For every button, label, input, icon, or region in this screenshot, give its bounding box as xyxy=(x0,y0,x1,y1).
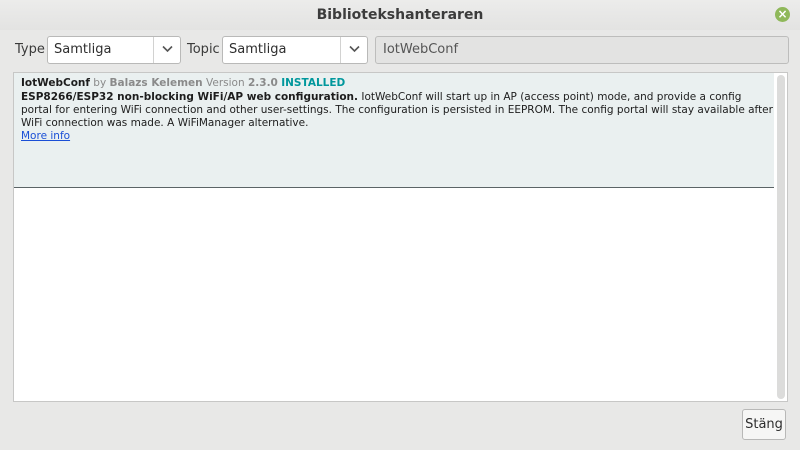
close-button[interactable]: Stäng xyxy=(742,409,786,440)
search-input[interactable]: IotWebConf xyxy=(375,36,789,64)
type-label: Type xyxy=(15,42,45,57)
list-scrollbar[interactable] xyxy=(777,75,785,399)
topic-label: Topic xyxy=(187,42,220,57)
search-input-value: IotWebConf xyxy=(383,42,459,57)
library-author: Balazs Kelemen xyxy=(109,77,203,89)
library-manager-window: Bibliotekshanteraren × Type Samtliga Top… xyxy=(0,0,800,450)
more-info-link[interactable]: More info xyxy=(21,130,70,143)
topic-select[interactable]: Samtliga xyxy=(222,36,368,64)
topic-select-value: Samtliga xyxy=(229,42,287,57)
library-header-line: IotWebConf by Balazs Kelemen Version 2.3… xyxy=(21,77,774,90)
chevron-down-icon[interactable] xyxy=(340,37,367,63)
library-description: ESP8266/ESP32 non-blocking WiFi/AP web c… xyxy=(21,91,774,130)
title-bar: Bibliotekshanteraren × xyxy=(0,0,800,30)
filter-bar: Type Samtliga Topic Samtliga IotWebConf xyxy=(0,36,800,64)
library-sentence: ESP8266/ESP32 non-blocking WiFi/AP web c… xyxy=(21,91,358,103)
installed-badge: INSTALLED xyxy=(281,77,346,89)
window-title: Bibliotekshanteraren xyxy=(316,7,484,23)
library-version: 2.3.0 xyxy=(247,77,278,89)
type-select-value: Samtliga xyxy=(54,42,112,57)
version-label: Version xyxy=(206,77,245,89)
library-name: IotWebConf xyxy=(21,77,90,89)
library-list: IotWebConf by Balazs Kelemen Version 2.3… xyxy=(13,72,788,402)
by-label: by xyxy=(93,77,107,89)
type-select[interactable]: Samtliga xyxy=(47,36,181,64)
close-icon[interactable]: × xyxy=(775,7,790,22)
list-item[interactable]: IotWebConf by Balazs Kelemen Version 2.3… xyxy=(14,73,774,188)
chevron-down-icon[interactable] xyxy=(153,37,180,63)
